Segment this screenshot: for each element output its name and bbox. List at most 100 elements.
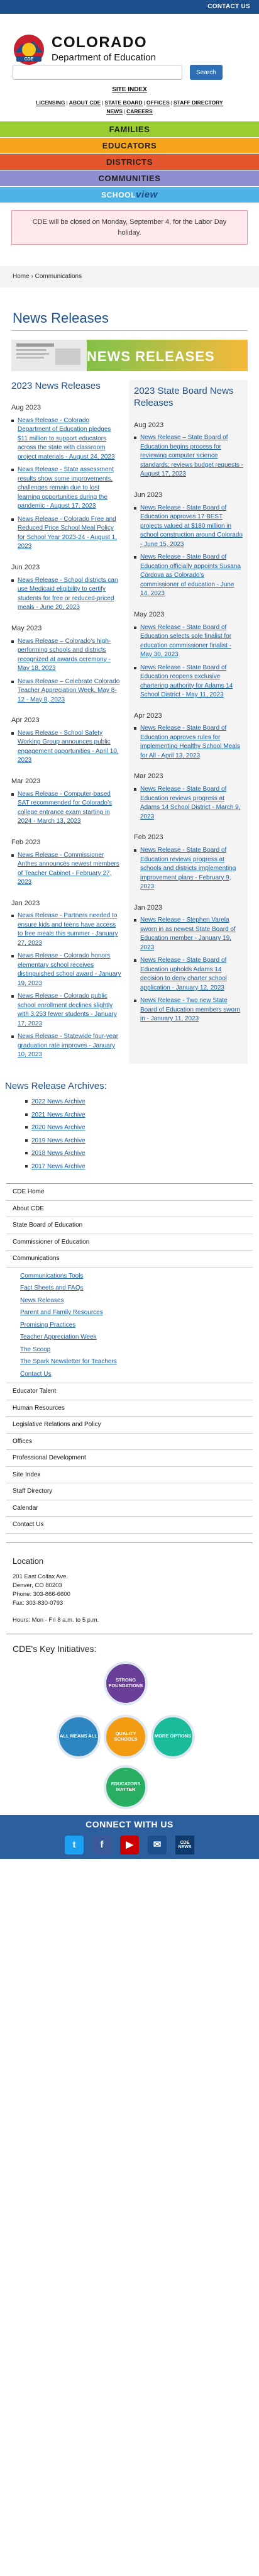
news-release-link[interactable]: News Release - Colorado public school en… xyxy=(18,993,117,1027)
news-release-link[interactable]: News Release - State Board of Education … xyxy=(140,847,236,890)
news-release-link[interactable]: News Release - State Board of Education … xyxy=(140,554,241,597)
footer-subnav-item[interactable]: The Scoop xyxy=(6,1344,253,1356)
location-line xyxy=(13,1607,246,1616)
breadcrumb-home[interactable]: Home xyxy=(13,273,30,280)
footer-nav-item[interactable]: Staff Directory xyxy=(6,1483,253,1500)
footer-subnav-item[interactable]: Teacher Appreciation Week xyxy=(6,1331,253,1344)
facebook-icon[interactable]: f xyxy=(92,1835,111,1854)
initiatives-graphic: STRONG FOUNDATIONS ALL MEANS ALL QUALITY S… xyxy=(13,1661,246,1809)
utility-link-careers[interactable]: CAREERS xyxy=(126,108,153,115)
nav-band-2[interactable]: DISTRICTS xyxy=(0,153,259,170)
initiative-badge[interactable]: QUALITY SCHOOLS xyxy=(104,1714,148,1759)
news-release-link[interactable]: News Release – Celebrate Colorado Teache… xyxy=(18,678,119,703)
logo-subtitle: Department of Education xyxy=(52,52,156,63)
news-release-link[interactable]: News Release - School districts can use … xyxy=(18,577,118,611)
state-board-column: 2023 State Board News Releases Aug 2023 N… xyxy=(129,379,248,1064)
left-month-heading: Apr 2023 xyxy=(11,716,40,725)
news-release-link[interactable]: News Release – Colorado’s high-performin… xyxy=(18,638,111,672)
page-title: News Releases xyxy=(13,309,109,326)
news-release-link[interactable]: News Release - School Safety Working Gro… xyxy=(18,730,119,764)
news-release-link[interactable]: News Release - State Board of Education … xyxy=(140,505,243,548)
initiative-badge[interactable]: EDUCATORS MATTER xyxy=(104,1765,148,1809)
utility-link-licensing[interactable]: LICENSING xyxy=(36,99,65,106)
news-releases-column: 2023 News Releases Aug 2023 News Release … xyxy=(11,380,121,1064)
footer-subnav-item[interactable]: Parent and Family Resources xyxy=(6,1307,253,1319)
archive-link[interactable]: 2022 News Archive xyxy=(31,1098,85,1105)
location-line: Hours: Mon - Fri 8 a.m. to 5 p.m. xyxy=(13,1617,99,1624)
logo-badge: CDE xyxy=(25,57,34,62)
news-release-link[interactable]: News Release - Commissioner Anthes annou… xyxy=(18,852,119,886)
footer-nav-item[interactable]: State Board of Education xyxy=(6,1217,253,1234)
news-release-link[interactable]: News Release - State Board of Education … xyxy=(140,957,227,991)
nav-band-0[interactable]: FAMILIES xyxy=(0,121,259,138)
footer-nav-item[interactable]: Contact Us xyxy=(6,1517,253,1534)
utility-link-about-cde[interactable]: ABOUT CDE xyxy=(69,99,101,106)
footer-nav-item[interactable]: CDE Home xyxy=(6,1184,253,1201)
footer-nav-item[interactable]: Professional Development xyxy=(6,1450,253,1467)
news-release-link[interactable]: News Release - Colorado Free and Reduced… xyxy=(18,516,117,550)
nav-band-4[interactable]: SCHOOL view xyxy=(0,186,259,203)
archive-link[interactable]: 2018 News Archive xyxy=(31,1150,85,1157)
utility-links: LICENSING | ABOUT CDE | STATE BOARD | OFFICES |… xyxy=(36,99,223,115)
footer-subnav-item[interactable]: Fact Sheets and FAQs xyxy=(6,1282,253,1295)
footer-nav-item[interactable]: About CDE xyxy=(6,1201,253,1218)
news-release-link[interactable]: News Release – State Board of Education … xyxy=(140,434,243,477)
footer-nav-item[interactable]: Site Index xyxy=(6,1467,253,1484)
news-release-link[interactable]: News Release - State Board of Education … xyxy=(140,725,240,759)
initiative-badge[interactable]: MORE OPTIONS xyxy=(151,1714,195,1759)
nav-band-1[interactable]: EDUCATORS xyxy=(0,137,259,154)
archive-link[interactable]: 2020 News Archive xyxy=(31,1124,85,1131)
news-release-link[interactable]: News Release - Colorado honors elementar… xyxy=(18,952,121,987)
footer-nav-item[interactable]: Human Resources xyxy=(6,1400,253,1417)
contact-us-link[interactable]: CONTACT US xyxy=(207,3,250,11)
archive-link[interactable]: 2019 News Archive xyxy=(31,1137,85,1144)
news-release-link[interactable]: News Release - Computer-based SAT recomm… xyxy=(18,791,112,825)
utility-link-staff-directory[interactable]: STAFF DIRECTORY xyxy=(173,99,223,106)
initiative-badge[interactable]: STRONG FOUNDATIONS xyxy=(104,1661,148,1705)
news-release-link[interactable]: News Release - Colorado Department of Ed… xyxy=(18,417,115,460)
footer-nav-item[interactable]: Educator Talent xyxy=(6,1383,253,1400)
search-input[interactable] xyxy=(13,65,182,80)
initiative-badge[interactable]: ALL MEANS ALL xyxy=(57,1714,101,1759)
news-release-link[interactable]: News Release - Partners needed to ensure… xyxy=(18,912,118,947)
footer-subnav-item[interactable]: Promising Practices xyxy=(6,1319,253,1332)
footer-subnav-item[interactable]: News Releases xyxy=(6,1295,253,1307)
news-item: News Release - State Board of Education … xyxy=(134,504,244,550)
news-archives: News Release Archives: 2022 News Archive… xyxy=(0,1080,259,1171)
site-index-link[interactable]: SITE INDEX xyxy=(112,86,147,93)
utility-link-offices[interactable]: OFFICES xyxy=(146,99,170,106)
search-button[interactable]: Search xyxy=(190,65,223,80)
youtube-icon[interactable]: ▶ xyxy=(120,1835,139,1854)
footer-subnav-item[interactable]: Communications Tools xyxy=(6,1270,253,1283)
schoolview-suffix: view xyxy=(136,189,158,200)
archive-link[interactable]: 2017 News Archive xyxy=(31,1163,85,1170)
footer-nav-item[interactable]: Communications xyxy=(6,1251,253,1268)
news-item: News Release - School districts can use … xyxy=(11,576,121,613)
news-release-link[interactable]: News Release - State assessment results … xyxy=(18,466,114,510)
key-initiatives: CDE's Key Initiatives: STRONG FOUNDATION… xyxy=(0,1634,259,1809)
news-item: News Release - State Board of Education … xyxy=(134,785,244,822)
footer-subnav-item[interactable]: The Spark Newsletter for Teachers xyxy=(6,1356,253,1368)
utility-link-news[interactable]: NEWS xyxy=(106,108,123,115)
archive-link[interactable]: 2021 News Archive xyxy=(31,1112,85,1118)
nav-band-3[interactable]: COMMUNITIES xyxy=(0,170,259,187)
news-release-link[interactable]: News Release - State Board of Education … xyxy=(140,624,231,659)
email-icon[interactable]: ✉ xyxy=(148,1835,167,1854)
footer-nav-item[interactable]: Legislative Relations and Policy xyxy=(6,1417,253,1434)
footer-subnav-item[interactable]: Contact Us xyxy=(6,1368,253,1381)
footer-nav-item[interactable]: Calendar xyxy=(6,1500,253,1517)
footer-nav-item[interactable]: Commissioner of Education xyxy=(6,1234,253,1251)
news-release-link[interactable]: News Release - State Board of Education … xyxy=(140,664,233,699)
utility-link-state-board[interactable]: STATE BOARD xyxy=(104,99,143,106)
news-release-link[interactable]: News Release - Two new State Board of Ed… xyxy=(140,997,240,1022)
news-item: News Release - Commissioner Anthes annou… xyxy=(11,851,121,888)
right-month-heading: Aug 2023 xyxy=(134,421,164,429)
cde-news-icon[interactable]: CDE NEWS xyxy=(175,1835,194,1854)
footer-nav-item[interactable]: Offices xyxy=(6,1434,253,1451)
news-release-link[interactable]: News Release - Statewide four-year gradu… xyxy=(18,1033,118,1058)
archive-item: 2017 News Archive xyxy=(25,1163,259,1171)
footer-nav: CDE Home About CDE State Board of Educatio… xyxy=(6,1183,253,1534)
news-release-link[interactable]: News Release - Stephen Varela sworn in a… xyxy=(140,917,236,951)
news-release-link[interactable]: News Release - State Board of Education … xyxy=(140,786,241,820)
twitter-icon[interactable]: t xyxy=(65,1835,84,1854)
